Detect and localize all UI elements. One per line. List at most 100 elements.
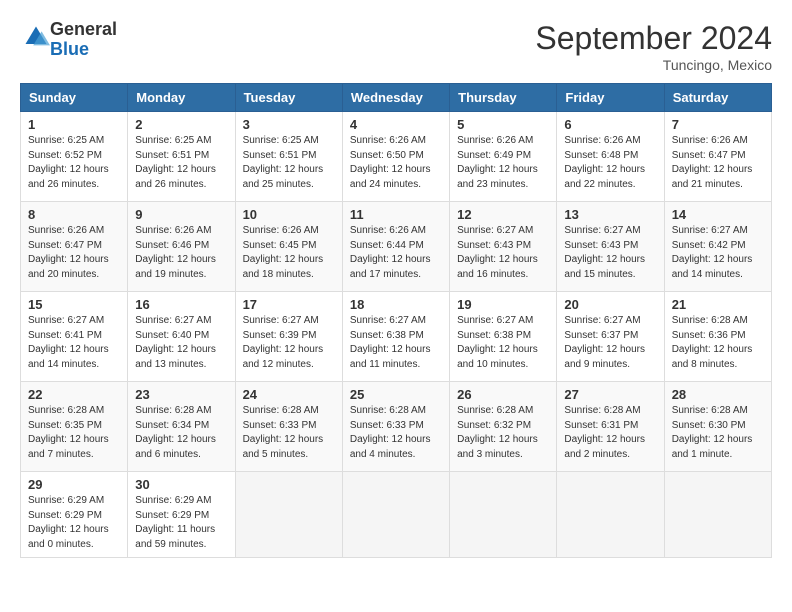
day-number: 5: [457, 117, 549, 132]
calendar-day-15: 15 Sunrise: 6:27 AM Sunset: 6:41 PM Dayl…: [21, 292, 128, 382]
day-number: 20: [564, 297, 656, 312]
day-number: 29: [28, 477, 120, 492]
calendar-day-27: 27 Sunrise: 6:28 AM Sunset: 6:31 PM Dayl…: [557, 382, 664, 472]
calendar-day-23: 23 Sunrise: 6:28 AM Sunset: 6:34 PM Dayl…: [128, 382, 235, 472]
calendar-week-1: 1 Sunrise: 6:25 AM Sunset: 6:52 PM Dayli…: [21, 112, 772, 202]
calendar-day-22: 22 Sunrise: 6:28 AM Sunset: 6:35 PM Dayl…: [21, 382, 128, 472]
day-number: 2: [135, 117, 227, 132]
day-info: Sunrise: 6:26 AM Sunset: 6:49 PM Dayligh…: [457, 134, 549, 192]
day-info: Sunrise: 6:28 AM Sunset: 6:30 PM Dayligh…: [672, 404, 764, 462]
calendar-week-5: 29 Sunrise: 6:29 AM Sunset: 6:29 PM Dayl…: [21, 472, 772, 558]
day-info: Sunrise: 6:27 AM Sunset: 6:38 PM Dayligh…: [457, 314, 549, 372]
col-wednesday: Wednesday: [342, 84, 449, 112]
day-number: 8: [28, 207, 120, 222]
calendar-header-row: Sunday Monday Tuesday Wednesday Thursday…: [21, 84, 772, 112]
day-info: Sunrise: 6:26 AM Sunset: 6:48 PM Dayligh…: [564, 134, 656, 192]
day-info: Sunrise: 6:29 AM Sunset: 6:29 PM Dayligh…: [28, 494, 120, 552]
day-number: 18: [350, 297, 442, 312]
day-number: 13: [564, 207, 656, 222]
empty-cell: [235, 472, 342, 558]
calendar-table: Sunday Monday Tuesday Wednesday Thursday…: [20, 83, 772, 558]
calendar-day-12: 12 Sunrise: 6:27 AM Sunset: 6:43 PM Dayl…: [450, 202, 557, 292]
day-number: 22: [28, 387, 120, 402]
day-info: Sunrise: 6:26 AM Sunset: 6:46 PM Dayligh…: [135, 224, 227, 282]
day-info: Sunrise: 6:28 AM Sunset: 6:33 PM Dayligh…: [350, 404, 442, 462]
day-number: 11: [350, 207, 442, 222]
day-info: Sunrise: 6:25 AM Sunset: 6:51 PM Dayligh…: [135, 134, 227, 192]
empty-cell: [664, 472, 771, 558]
day-info: Sunrise: 6:29 AM Sunset: 6:29 PM Dayligh…: [135, 494, 227, 552]
logo: General Blue: [20, 20, 117, 60]
calendar-day-4: 4 Sunrise: 6:26 AM Sunset: 6:50 PM Dayli…: [342, 112, 449, 202]
page-header: General Blue September 2024 Tuncingo, Me…: [20, 20, 772, 73]
day-number: 14: [672, 207, 764, 222]
day-number: 9: [135, 207, 227, 222]
day-info: Sunrise: 6:28 AM Sunset: 6:36 PM Dayligh…: [672, 314, 764, 372]
calendar-day-17: 17 Sunrise: 6:27 AM Sunset: 6:39 PM Dayl…: [235, 292, 342, 382]
calendar-day-1: 1 Sunrise: 6:25 AM Sunset: 6:52 PM Dayli…: [21, 112, 128, 202]
day-number: 24: [243, 387, 335, 402]
day-info: Sunrise: 6:28 AM Sunset: 6:32 PM Dayligh…: [457, 404, 549, 462]
day-info: Sunrise: 6:26 AM Sunset: 6:47 PM Dayligh…: [28, 224, 120, 282]
calendar-day-14: 14 Sunrise: 6:27 AM Sunset: 6:42 PM Dayl…: [664, 202, 771, 292]
day-number: 21: [672, 297, 764, 312]
day-number: 27: [564, 387, 656, 402]
calendar-day-10: 10 Sunrise: 6:26 AM Sunset: 6:45 PM Dayl…: [235, 202, 342, 292]
calendar-day-30: 30 Sunrise: 6:29 AM Sunset: 6:29 PM Dayl…: [128, 472, 235, 558]
calendar-day-2: 2 Sunrise: 6:25 AM Sunset: 6:51 PM Dayli…: [128, 112, 235, 202]
day-info: Sunrise: 6:25 AM Sunset: 6:52 PM Dayligh…: [28, 134, 120, 192]
calendar-day-6: 6 Sunrise: 6:26 AM Sunset: 6:48 PM Dayli…: [557, 112, 664, 202]
col-tuesday: Tuesday: [235, 84, 342, 112]
calendar-day-25: 25 Sunrise: 6:28 AM Sunset: 6:33 PM Dayl…: [342, 382, 449, 472]
day-number: 16: [135, 297, 227, 312]
day-number: 30: [135, 477, 227, 492]
col-monday: Monday: [128, 84, 235, 112]
day-number: 23: [135, 387, 227, 402]
day-info: Sunrise: 6:28 AM Sunset: 6:33 PM Dayligh…: [243, 404, 335, 462]
logo-text: General Blue: [50, 20, 117, 60]
month-year: September 2024: [535, 20, 772, 57]
calendar-day-5: 5 Sunrise: 6:26 AM Sunset: 6:49 PM Dayli…: [450, 112, 557, 202]
calendar-day-13: 13 Sunrise: 6:27 AM Sunset: 6:43 PM Dayl…: [557, 202, 664, 292]
day-info: Sunrise: 6:25 AM Sunset: 6:51 PM Dayligh…: [243, 134, 335, 192]
empty-cell: [450, 472, 557, 558]
day-info: Sunrise: 6:27 AM Sunset: 6:43 PM Dayligh…: [564, 224, 656, 282]
title-section: September 2024 Tuncingo, Mexico: [535, 20, 772, 73]
day-info: Sunrise: 6:27 AM Sunset: 6:42 PM Dayligh…: [672, 224, 764, 282]
day-number: 10: [243, 207, 335, 222]
day-number: 3: [243, 117, 335, 132]
day-number: 25: [350, 387, 442, 402]
col-saturday: Saturday: [664, 84, 771, 112]
day-info: Sunrise: 6:27 AM Sunset: 6:37 PM Dayligh…: [564, 314, 656, 372]
day-info: Sunrise: 6:27 AM Sunset: 6:41 PM Dayligh…: [28, 314, 120, 372]
calendar-week-4: 22 Sunrise: 6:28 AM Sunset: 6:35 PM Dayl…: [21, 382, 772, 472]
calendar-day-9: 9 Sunrise: 6:26 AM Sunset: 6:46 PM Dayli…: [128, 202, 235, 292]
day-info: Sunrise: 6:27 AM Sunset: 6:38 PM Dayligh…: [350, 314, 442, 372]
calendar-day-19: 19 Sunrise: 6:27 AM Sunset: 6:38 PM Dayl…: [450, 292, 557, 382]
day-number: 1: [28, 117, 120, 132]
col-thursday: Thursday: [450, 84, 557, 112]
day-number: 28: [672, 387, 764, 402]
col-sunday: Sunday: [21, 84, 128, 112]
day-number: 6: [564, 117, 656, 132]
logo-blue: Blue: [50, 39, 89, 59]
calendar-day-24: 24 Sunrise: 6:28 AM Sunset: 6:33 PM Dayl…: [235, 382, 342, 472]
calendar-day-20: 20 Sunrise: 6:27 AM Sunset: 6:37 PM Dayl…: [557, 292, 664, 382]
calendar-day-18: 18 Sunrise: 6:27 AM Sunset: 6:38 PM Dayl…: [342, 292, 449, 382]
day-number: 7: [672, 117, 764, 132]
day-info: Sunrise: 6:26 AM Sunset: 6:50 PM Dayligh…: [350, 134, 442, 192]
day-info: Sunrise: 6:27 AM Sunset: 6:40 PM Dayligh…: [135, 314, 227, 372]
logo-general: General: [50, 19, 117, 39]
calendar-day-3: 3 Sunrise: 6:25 AM Sunset: 6:51 PM Dayli…: [235, 112, 342, 202]
calendar-week-3: 15 Sunrise: 6:27 AM Sunset: 6:41 PM Dayl…: [21, 292, 772, 382]
day-info: Sunrise: 6:26 AM Sunset: 6:47 PM Dayligh…: [672, 134, 764, 192]
day-number: 12: [457, 207, 549, 222]
location: Tuncingo, Mexico: [535, 57, 772, 73]
calendar-week-2: 8 Sunrise: 6:26 AM Sunset: 6:47 PM Dayli…: [21, 202, 772, 292]
day-info: Sunrise: 6:27 AM Sunset: 6:39 PM Dayligh…: [243, 314, 335, 372]
day-info: Sunrise: 6:26 AM Sunset: 6:44 PM Dayligh…: [350, 224, 442, 282]
day-info: Sunrise: 6:28 AM Sunset: 6:34 PM Dayligh…: [135, 404, 227, 462]
day-number: 15: [28, 297, 120, 312]
calendar-day-21: 21 Sunrise: 6:28 AM Sunset: 6:36 PM Dayl…: [664, 292, 771, 382]
day-info: Sunrise: 6:27 AM Sunset: 6:43 PM Dayligh…: [457, 224, 549, 282]
